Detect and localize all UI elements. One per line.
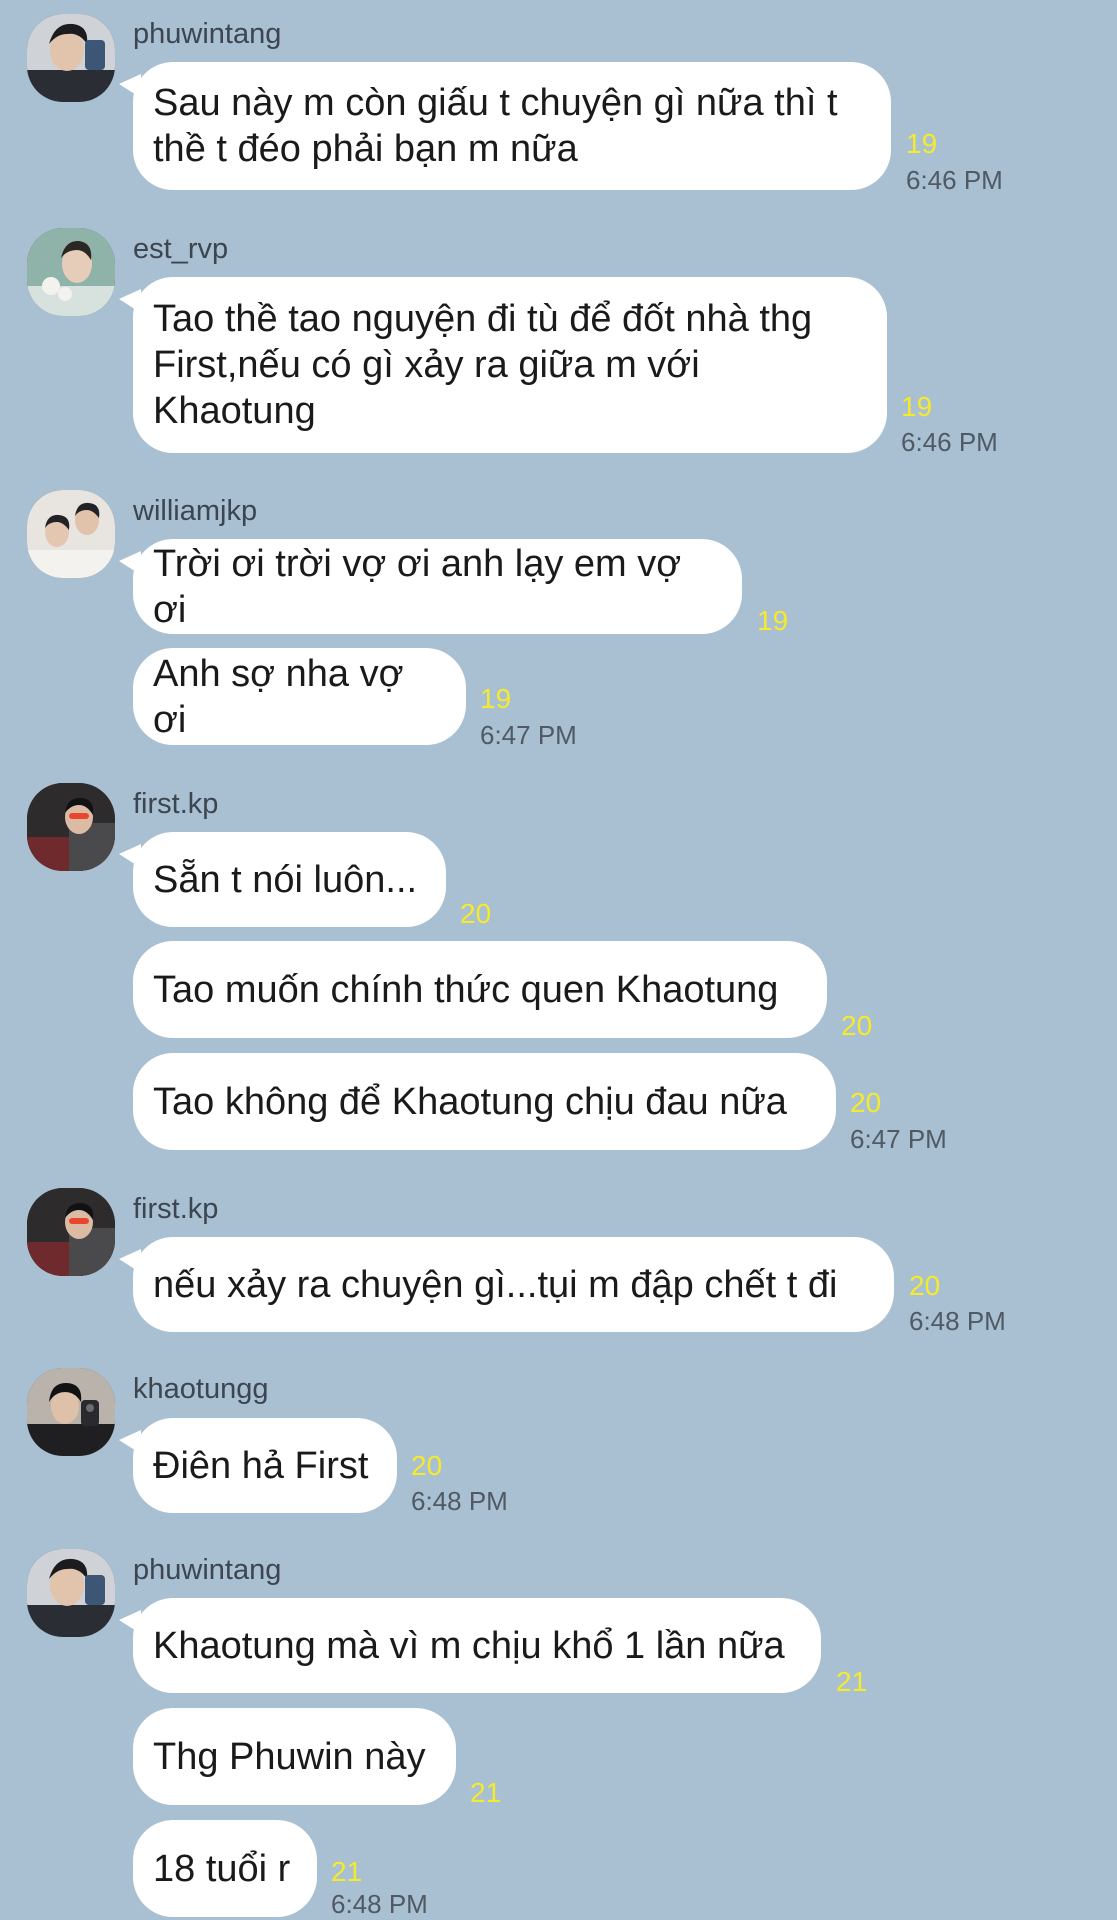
avatar-first-kp[interactable] <box>27 1188 115 1276</box>
username: phuwintang <box>133 1554 282 1586</box>
avatar-est-rvp[interactable] <box>27 228 115 316</box>
read-count: 19 <box>901 391 933 422</box>
read-count: 20 <box>460 898 492 929</box>
message-text: Khaotung mà vì m chịu khổ 1 lần nữa <box>153 1624 785 1667</box>
username: est_rvp <box>133 233 229 265</box>
message-time: 6:47 PM <box>850 1124 947 1154</box>
message-text: Tao không để Khaotung chịu đau nữa <box>153 1080 787 1123</box>
message-bubble[interactable]: nếu xảy ra chuyện gì...tụi m đập chết t … <box>119 1237 894 1332</box>
read-count: 19 <box>480 683 512 714</box>
message-text: Sẵn t nói luôn... <box>153 858 418 901</box>
message-bubble[interactable]: Sau này m còn giấu t chuyện gì nữa thì t… <box>119 62 891 190</box>
avatar-williamjkp[interactable] <box>27 490 115 578</box>
message-time: 6:46 PM <box>906 165 1003 195</box>
read-count: 21 <box>470 1777 502 1808</box>
read-count: 21 <box>331 1856 363 1887</box>
username: first.kp <box>133 1193 219 1225</box>
read-count: 19 <box>757 605 789 636</box>
message-bubble[interactable]: Tao không để Khaotung chịu đau nữa <box>133 1053 836 1150</box>
message-time: 6:46 PM <box>901 427 998 457</box>
avatar-first-kp[interactable] <box>27 783 115 871</box>
message-text: 18 tuổi r <box>153 1847 291 1890</box>
avatar-phuwintang[interactable] <box>27 1549 115 1637</box>
message-bubble[interactable]: Anh sợ nha vợ ơi <box>133 648 466 745</box>
avatar-khaotungg[interactable] <box>27 1368 115 1456</box>
message-text: Sau này m còn giấu t chuyện gì nữa thì t… <box>153 82 838 170</box>
read-count: 19 <box>906 128 938 159</box>
read-count: 20 <box>411 1450 443 1481</box>
read-count: 21 <box>836 1666 868 1697</box>
message-time: 6:48 PM <box>331 1889 428 1919</box>
message-bubble[interactable]: Khaotung mà vì m chịu khổ 1 lần nữa <box>119 1598 821 1693</box>
read-count: 20 <box>909 1270 941 1301</box>
read-count: 20 <box>850 1087 882 1118</box>
read-count: 20 <box>841 1010 873 1041</box>
message-text: Trời ơi trời vợ ơi anh lạy em vợ ơi <box>153 542 682 631</box>
message-bubble[interactable]: Tao muốn chính thức quen Khaotung <box>133 941 827 1038</box>
message-bubble[interactable]: Điên hả First <box>119 1418 397 1513</box>
username: phuwintang <box>133 18 282 50</box>
message-bubble[interactable]: 18 tuổi r <box>133 1820 317 1917</box>
message-bubble[interactable]: Thg Phuwin này <box>133 1708 456 1805</box>
message-bubble[interactable]: Trời ơi trời vợ ơi anh lạy em vợ ơi <box>119 539 742 634</box>
message-text: Tao thề tao nguyện đi tù để đốt nhà thg … <box>153 298 813 432</box>
chat-room[interactable]: phuwintang Sau này m còn giấu t chuyện g… <box>0 0 1117 1920</box>
username: williamjkp <box>133 495 258 527</box>
message-text: Điên hả First <box>153 1444 369 1487</box>
message-bubble[interactable]: Tao thề tao nguyện đi tù để đốt nhà thg … <box>119 277 887 453</box>
message-text: nếu xảy ra chuyện gì...tụi m đập chết t … <box>153 1263 838 1306</box>
message-time: 6:48 PM <box>909 1306 1006 1336</box>
message-bubble[interactable]: Sẵn t nói luôn... <box>119 832 446 927</box>
message-time: 6:47 PM <box>480 720 577 750</box>
message-text: Tao muốn chính thức quen Khaotung <box>153 968 779 1011</box>
message-text: Thg Phuwin này <box>153 1735 426 1778</box>
avatar-phuwintang[interactable] <box>27 14 115 102</box>
username: khaotungg <box>133 1373 269 1405</box>
message-time: 6:48 PM <box>411 1486 508 1516</box>
message-text: Anh sợ nha vợ ơi <box>153 652 404 741</box>
username: first.kp <box>133 788 219 820</box>
